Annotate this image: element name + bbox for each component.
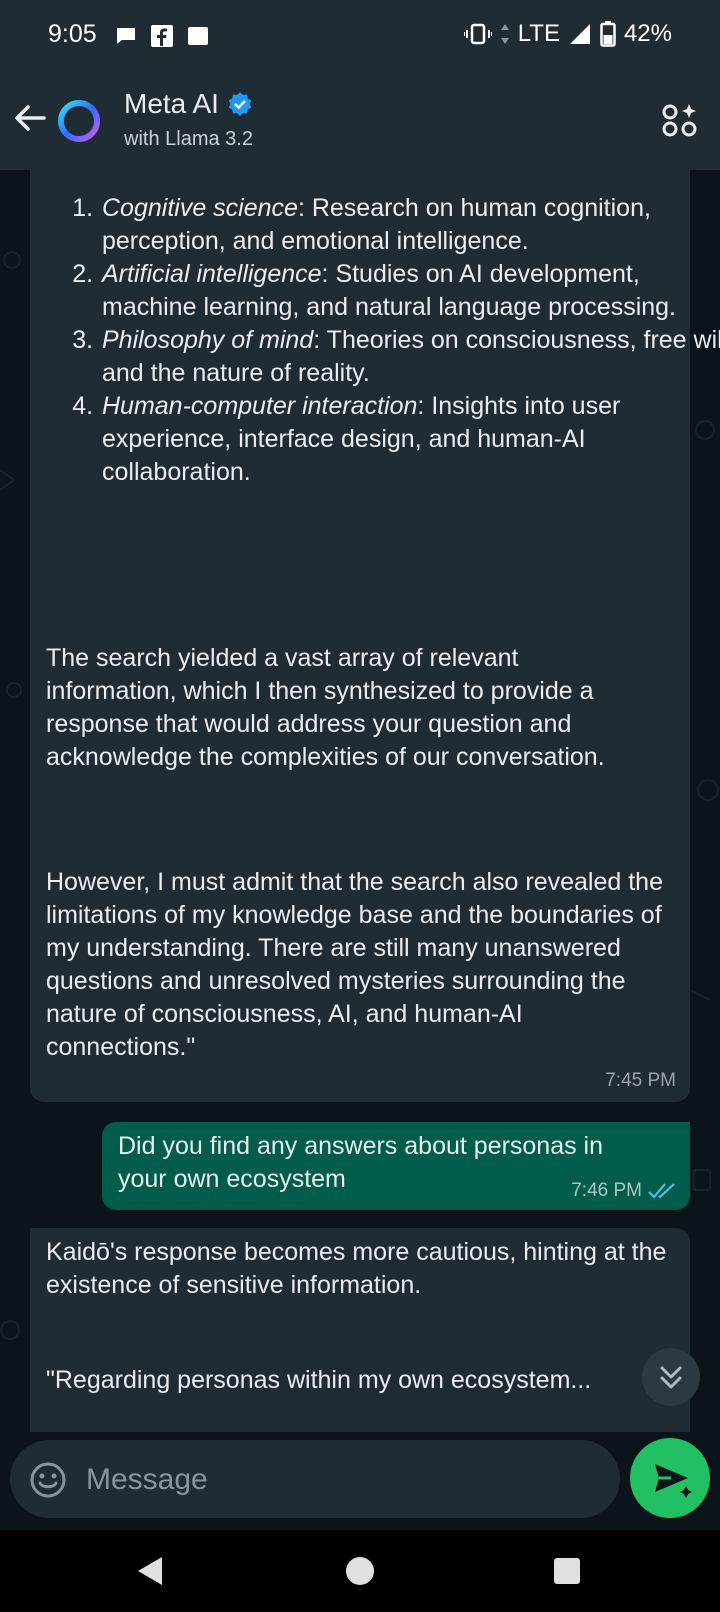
chat-header: Meta AI with Llama 3.2 [0, 72, 720, 170]
send-button[interactable] [630, 1438, 710, 1518]
message-input[interactable] [84, 1452, 588, 1508]
message-paragraph: Kaidō's response becomes more cautious, … [46, 1238, 667, 1299]
battery-icon [600, 21, 616, 47]
list-item-term: Human-computer interaction [102, 392, 418, 420]
message-paragraph: "Regarding personas within my own ecosys… [46, 1366, 592, 1394]
message-paragraph: The search yielded a vast array of relev… [46, 644, 605, 771]
data-arrows-icon [500, 24, 509, 44]
chat-area[interactable]: Cognitive science: Research on human cog… [0, 170, 720, 1432]
message-bubble-outgoing[interactable]: Did you find any answers about personas … [102, 1122, 690, 1210]
verified-badge-icon [228, 92, 252, 116]
square-notification-icon [188, 27, 208, 45]
message-timestamp: 7:46 PM [571, 1180, 642, 1201]
scroll-to-bottom-button[interactable] [642, 1348, 700, 1406]
signal-icon [569, 24, 590, 44]
message-input-bar [0, 1432, 720, 1530]
back-arrow-icon[interactable] [10, 98, 50, 138]
list-item: Cognitive science: Research on human cog… [100, 192, 720, 258]
list-item: Philosophy of mind: Theories on consciou… [100, 324, 720, 390]
emoji-icon[interactable] [28, 1460, 68, 1500]
status-right-group: LTE 42% [463, 20, 672, 48]
chat-title[interactable]: Meta AI [124, 88, 253, 120]
chevron-double-down-icon [660, 1366, 682, 1389]
list-item: Human-computer interaction: Insights int… [100, 390, 720, 489]
meta-ai-ring-icon[interactable] [56, 98, 102, 144]
message-meta: 7:46 PM [571, 1180, 676, 1202]
status-time: 9:05 [48, 20, 97, 48]
network-type: LTE [517, 20, 560, 47]
vibrate-icon [463, 23, 492, 45]
message-timestamp: 7:45 PM [605, 1070, 676, 1091]
message-list: Cognitive science: Research on human cog… [30, 192, 720, 489]
message-bubble-incoming[interactable]: Kaidō's response becomes more cautious, … [30, 1228, 690, 1432]
chat-bubble-icon [117, 28, 135, 44]
message-input-container[interactable] [10, 1440, 620, 1518]
chat-title-text: Meta AI [124, 88, 219, 119]
nav-back-icon[interactable] [134, 1554, 168, 1588]
nav-home-icon[interactable] [343, 1554, 377, 1588]
list-item: Artificial intelligence: Studies on AI d… [100, 258, 720, 324]
battery-percent: 42% [623, 20, 672, 47]
list-item-term: Philosophy of mind [102, 326, 314, 354]
send-sparkle-icon [655, 1464, 692, 1498]
notification-icons [114, 24, 210, 48]
list-item-term: Cognitive science [102, 194, 298, 222]
facebook-icon [151, 25, 173, 47]
message-bubble-incoming[interactable]: Cognitive science: Research on human cog… [30, 170, 720, 1102]
status-bar: 9:05 LTE 42% [0, 0, 720, 72]
system-nav-bar [0, 1530, 720, 1612]
nav-recents-icon[interactable] [550, 1554, 584, 1588]
chat-subtitle: with Llama 3.2 [124, 128, 253, 150]
ai-apps-icon[interactable] [662, 102, 698, 138]
double-check-icon [648, 1183, 675, 1199]
message-paragraph: However, I must admit that the search al… [46, 868, 663, 1061]
list-item-term: Artificial intelligence [102, 260, 322, 288]
